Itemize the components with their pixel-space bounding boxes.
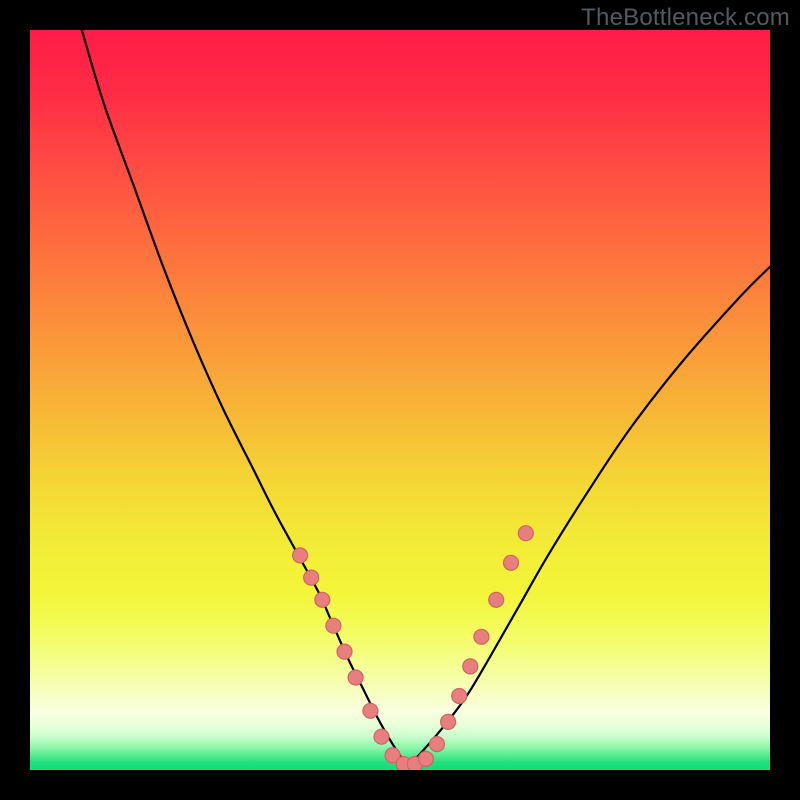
data-dot — [518, 526, 533, 541]
plot-area — [30, 30, 770, 770]
watermark-text: TheBottleneck.com — [581, 4, 790, 32]
data-dot — [489, 592, 504, 607]
data-dot — [337, 644, 352, 659]
left-curve — [82, 30, 408, 766]
chart-frame: TheBottleneck.com — [0, 0, 800, 800]
data-dot — [430, 737, 445, 752]
data-dot — [474, 629, 489, 644]
data-dot — [418, 751, 433, 766]
data-dots — [293, 526, 534, 770]
data-dot — [326, 618, 341, 633]
data-dot — [293, 548, 308, 563]
curve-svg — [30, 30, 770, 770]
data-dot — [304, 570, 319, 585]
data-dot — [363, 703, 378, 718]
data-dot — [441, 714, 456, 729]
data-dot — [463, 659, 478, 674]
data-dot — [374, 729, 389, 744]
data-dot — [348, 670, 363, 685]
data-dot — [452, 689, 467, 704]
data-dot — [315, 592, 330, 607]
data-dot — [504, 555, 519, 570]
